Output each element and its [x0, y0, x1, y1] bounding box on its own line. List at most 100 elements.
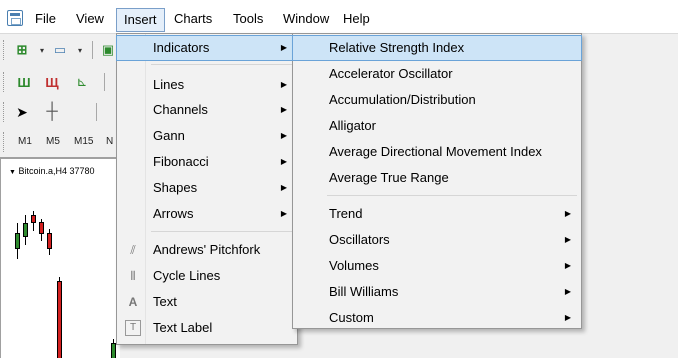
chart-window[interactable]: ▼ Bitcoin.a,H4 37780 — [0, 157, 120, 358]
menu-help[interactable]: Help — [343, 9, 370, 29]
indicator-group-oscillators[interactable]: Oscillators ▶ — [293, 228, 581, 252]
app-icon — [7, 10, 23, 26]
menu-item-label: Channels — [153, 102, 208, 117]
toolbar-periodicity: M1 M5 M15 N — [0, 128, 120, 156]
submenu-arrow-icon: ▶ — [280, 131, 287, 140]
menu-file[interactable]: File — [35, 9, 56, 29]
insert-menu-fibonacci[interactable]: Fibonacci ▶ — [117, 150, 297, 174]
cursor-icon[interactable]: ➤ — [12, 103, 32, 121]
insert-menu-channels[interactable]: Channels ▶ — [117, 98, 297, 122]
menu-item-label: Text Label — [153, 320, 213, 335]
cycle-lines-icon: ⦀ — [130, 269, 136, 283]
timeframe-more[interactable]: N — [106, 136, 113, 147]
timeframe-m15[interactable]: M15 — [74, 136, 93, 147]
menu-item-label: Cycle Lines — [153, 268, 221, 283]
menu-item-label: Average True Range — [329, 170, 449, 185]
profiles-icon[interactable]: ▭ — [50, 41, 70, 59]
insert-menu-gann[interactable]: Gann ▶ — [117, 124, 297, 148]
indicator-alligator[interactable]: Alligator — [293, 114, 581, 138]
menu-item-label: Trend — [329, 206, 363, 221]
line-chart-icon[interactable]: ⊾ — [72, 73, 92, 91]
menu-item-label: Text — [153, 294, 177, 309]
indicator-atr[interactable]: Average True Range — [293, 166, 581, 190]
menu-item-label: Oscillators — [329, 232, 390, 247]
submenu-arrow-icon: ▶ — [280, 209, 287, 218]
indicator-group-trend[interactable]: Trend ▶ — [293, 202, 581, 226]
menu-item-label: Lines — [153, 77, 185, 92]
menu-item-label: Alligator — [329, 118, 376, 133]
menu-item-label: Indicators — [153, 40, 210, 55]
indicator-group-volumes[interactable]: Volumes ▶ — [293, 254, 581, 278]
profiles-dropdown-icon[interactable]: ▾ — [70, 41, 90, 59]
menu-separator — [327, 195, 577, 196]
insert-menu-cycle-lines[interactable]: ⦀ Cycle Lines — [117, 264, 297, 288]
menu-item-label: Volumes — [329, 258, 379, 273]
toolbar-standard: ⊞ ▾ ▭ ▾ ▣ — [0, 36, 120, 64]
bar-chart-icon[interactable]: Ш — [14, 73, 34, 91]
menu-separator — [151, 231, 293, 232]
insert-menu: Indicators ▶ Lines ▶ Channels ▶ Gann ▶ F… — [116, 33, 298, 345]
market-watch-icon[interactable]: ▣ — [98, 41, 118, 59]
menu-item-label: Shapes — [153, 180, 198, 195]
submenu-arrow-icon: ▶ — [280, 80, 287, 89]
menu-insert[interactable]: Insert — [116, 8, 165, 32]
menu-view[interactable]: View — [76, 9, 104, 29]
menu-item-label: Relative Strength Index — [329, 40, 465, 55]
indicator-accumulation-distribution[interactable]: Accumulation/Distribution — [293, 88, 581, 112]
insert-menu-indicators[interactable]: Indicators ▶ — [116, 35, 298, 61]
menu-item-label: Accelerator Oscillator — [329, 66, 453, 81]
chart-title: ▼ Bitcoin.a,H4 37780 — [9, 166, 95, 176]
insert-menu-andrews-pitchfork[interactable]: ⫽ Andrews' Pitchfork — [117, 238, 297, 262]
menu-bar: File View Insert Charts Tools Window Hel… — [0, 0, 678, 34]
toolbar-separator — [92, 41, 93, 59]
toolbar-grip[interactable] — [3, 132, 6, 152]
insert-menu-text-label[interactable]: T Text Label — [117, 316, 297, 340]
submenu-arrow-icon: ▶ — [280, 43, 287, 52]
menu-separator — [151, 64, 293, 65]
toolbar-separator — [96, 103, 97, 121]
submenu-arrow-icon: ▶ — [280, 105, 287, 114]
crosshair-icon[interactable]: ┼ — [42, 103, 62, 121]
new-chart-icon[interactable]: ⊞ — [12, 41, 32, 59]
insert-menu-arrows[interactable]: Arrows ▶ — [117, 202, 297, 226]
indicator-adx[interactable]: Average Directional Movement Index — [293, 140, 581, 164]
submenu-arrow-icon: ▶ — [564, 235, 571, 244]
toolbar-grip[interactable] — [3, 40, 6, 60]
insert-menu-lines[interactable]: Lines ▶ — [117, 73, 297, 97]
timeframe-m5[interactable]: M5 — [46, 136, 60, 147]
menu-window[interactable]: Window — [283, 9, 329, 29]
indicator-group-bill-williams[interactable]: Bill Williams ▶ — [293, 280, 581, 304]
pitchfork-icon: ⫽ — [130, 243, 136, 257]
chart-symbol-label: Bitcoin.a,H4 37780 — [18, 166, 95, 176]
indicator-rsi[interactable]: Relative Strength Index — [292, 35, 582, 61]
toolbar-grip[interactable] — [3, 72, 6, 92]
menu-item-label: Custom — [329, 310, 374, 325]
toolbar-grip[interactable] — [3, 102, 6, 122]
indicator-accelerator-oscillator[interactable]: Accelerator Oscillator — [293, 62, 581, 86]
timeframe-m1[interactable]: M1 — [18, 136, 32, 147]
new-chart-dropdown-icon[interactable]: ▾ — [32, 41, 52, 59]
toolbar-line-studies: ➤ ┼ — [0, 98, 120, 126]
text-icon: A — [128, 295, 138, 309]
submenu-arrow-icon: ▶ — [564, 287, 571, 296]
toolbar-separator — [104, 73, 105, 91]
menu-item-label: Andrews' Pitchfork — [153, 242, 261, 257]
submenu-arrow-icon: ▶ — [280, 183, 287, 192]
candlestick-icon[interactable]: Щ — [42, 73, 62, 91]
menu-item-label: Fibonacci — [153, 154, 209, 169]
toolbar-charts: Ш Щ ⊾ — [0, 68, 120, 96]
submenu-arrow-icon: ▶ — [564, 313, 571, 322]
submenu-arrow-icon: ▶ — [280, 157, 287, 166]
menu-tools[interactable]: Tools — [233, 9, 263, 29]
menu-charts[interactable]: Charts — [174, 9, 212, 29]
submenu-arrow-icon: ▶ — [564, 261, 571, 270]
submenu-arrow-icon: ▶ — [564, 209, 571, 218]
text-label-icon: T — [125, 320, 141, 336]
menu-item-label: Arrows — [153, 206, 194, 221]
indicators-submenu: Relative Strength Index Accelerator Osci… — [292, 33, 582, 329]
indicator-group-custom[interactable]: Custom ▶ — [293, 306, 581, 330]
insert-menu-text[interactable]: A Text — [117, 290, 297, 314]
insert-menu-shapes[interactable]: Shapes ▶ — [117, 176, 297, 200]
chart-menu-icon[interactable]: ▼ — [9, 169, 16, 176]
menu-item-label: Gann — [153, 128, 185, 143]
